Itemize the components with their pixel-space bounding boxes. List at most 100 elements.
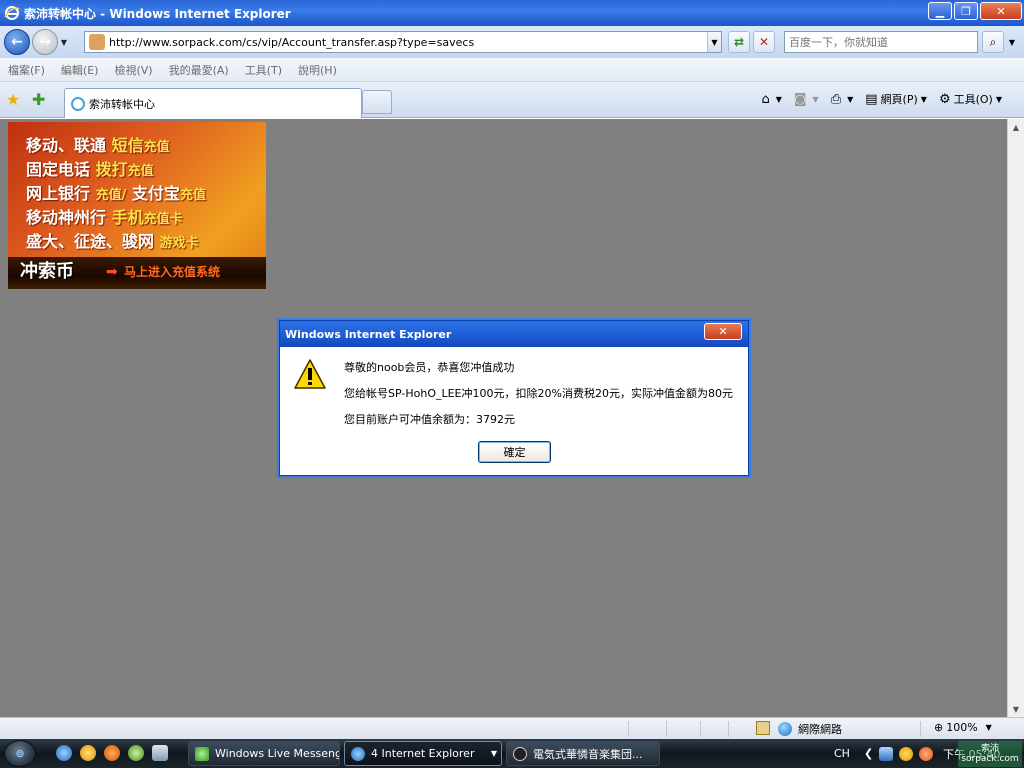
- page-menu-label: 網頁(P): [880, 93, 918, 106]
- banner-text: 网上银行: [26, 184, 91, 203]
- taskbar-ie-label: 4 Internet Explorer: [371, 747, 475, 760]
- banner-line-4: 移动神州行 手机充值卡: [26, 204, 183, 228]
- watermark-text: 索沛: [980, 744, 999, 754]
- banner-line-2: 固定电话 拨打充值: [26, 156, 154, 180]
- status-divider: [628, 721, 629, 737]
- protected-mode-icon[interactable]: [756, 721, 770, 735]
- banner-text: 移动神州行: [26, 208, 107, 227]
- zoom-icon: ⊕: [934, 721, 944, 734]
- search-options-dropdown[interactable]: ▼: [1005, 31, 1019, 53]
- tray-chevron-icon[interactable]: ❮: [864, 747, 873, 760]
- language-indicator[interactable]: CH: [834, 747, 850, 760]
- address-dropdown[interactable]: ▼: [707, 32, 721, 52]
- back-button[interactable]: ←: [4, 29, 30, 55]
- arrow-right-icon: ➡: [106, 264, 118, 280]
- quicklaunch-desktop-icon[interactable]: [152, 745, 168, 761]
- url-input[interactable]: [109, 35, 709, 49]
- menu-tools[interactable]: 工具(T): [237, 62, 290, 78]
- status-bar: 網際網路 ⊕ 100% ▼: [0, 717, 1024, 739]
- banner-text: 移动、联通: [26, 136, 107, 155]
- back-arrow-icon: ←: [11, 34, 23, 50]
- sorpack-watermark: 索沛 sorpack.com: [958, 741, 1022, 767]
- taskbar-music[interactable]: 電気式華憐音楽集団...: [506, 741, 660, 766]
- group-dropdown-icon: ▼: [490, 749, 497, 758]
- status-divider: [728, 721, 729, 737]
- favorites-star-icon[interactable]: ★: [6, 90, 20, 109]
- taskbar-internet-explorer[interactable]: 4 Internet Explorer ▼: [344, 741, 502, 766]
- windows-logo-icon: ⊚: [15, 747, 25, 760]
- feeds-button[interactable]: ◙ ▼: [790, 92, 823, 107]
- dialog-message-line-3: 您目前账户可冲值余额为：3792元: [344, 413, 515, 426]
- history-dropdown[interactable]: ▼: [58, 38, 70, 47]
- print-dropdown-icon: ▼: [847, 94, 854, 104]
- vertical-scrollbar[interactable]: ▲ ▼: [1007, 119, 1024, 717]
- stop-button[interactable]: ✕: [753, 31, 775, 53]
- banner-text: 盛大、征途、骏网: [26, 232, 155, 251]
- scroll-down-icon[interactable]: ▼: [1008, 701, 1024, 717]
- quicklaunch-media-icon[interactable]: [104, 745, 120, 761]
- banner-line-5: 盛大、征途、骏网 游戏卡: [26, 228, 199, 252]
- print-button[interactable]: ⎙ ▼: [827, 92, 858, 107]
- taskbar-messenger[interactable]: Windows Live Messenger: [188, 741, 340, 766]
- close-window-button[interactable]: ✕: [980, 2, 1022, 20]
- network-icon[interactable]: [879, 746, 894, 761]
- dialog-body: 尊敬的noob会员，恭喜您冲值成功 您给帐号SP-HohO_LEE冲100元，扣…: [280, 347, 748, 475]
- status-divider: [700, 721, 701, 737]
- menu-edit[interactable]: 編輯(E): [53, 62, 107, 78]
- banner-text: 支付宝: [131, 184, 180, 203]
- tray-app-icon[interactable]: [899, 746, 914, 761]
- banner-highlight: 手机: [111, 208, 144, 227]
- search-button[interactable]: ⌕: [982, 31, 1004, 53]
- quicklaunch-people-icon[interactable]: [128, 745, 144, 761]
- forward-button[interactable]: →: [32, 29, 58, 55]
- dialog-close-button[interactable]: ✕: [704, 323, 742, 340]
- start-button[interactable]: ⊚: [4, 740, 36, 767]
- recharge-banner[interactable]: 移动、联通 短信充值 固定电话 拨打充值 网上银行 充值/ 支付宝充值 移动神州…: [8, 122, 266, 289]
- scroll-up-icon[interactable]: ▲: [1008, 119, 1024, 135]
- refresh-button[interactable]: ⇄: [728, 31, 750, 53]
- taskbar: ⊚ Windows Live Messenger 4 Internet Expl…: [0, 739, 1024, 768]
- menu-favorites[interactable]: 我的最愛(A): [161, 62, 237, 78]
- menu-bar: 檔案(F) 編輯(E) 檢視(V) 我的最愛(A) 工具(T) 說明(H): [0, 58, 1024, 82]
- quicklaunch-ie-icon[interactable]: [56, 745, 72, 761]
- page-menu-button[interactable]: ▤ 網頁(P) ▼: [861, 91, 931, 107]
- status-divider: [920, 721, 921, 737]
- quicklaunch-messenger-icon[interactable]: [80, 745, 96, 761]
- tab-active[interactable]: 索沛转帐中心: [64, 88, 362, 118]
- page-dropdown-icon: ▼: [920, 94, 927, 104]
- menu-help[interactable]: 說明(H): [290, 62, 345, 78]
- tab-label: 索沛转帐中心: [89, 97, 155, 111]
- window-titlebar: 索沛转帐中心 - Windows Internet Explorer ▁ ❐ ✕: [0, 0, 1024, 26]
- dialog-message-line-1: 尊敬的noob会员，恭喜您冲值成功: [344, 361, 515, 374]
- banner-highlight: 充值卡: [143, 212, 183, 227]
- maximize-button[interactable]: ❐: [954, 2, 978, 20]
- enter-recharge-link[interactable]: 马上进入充值系统: [124, 263, 220, 280]
- minimize-button[interactable]: ▁: [928, 2, 952, 20]
- banner-highlight: 充值: [143, 140, 170, 155]
- tray-media-icon[interactable]: [919, 746, 934, 761]
- dialog-message-line-2: 您给帐号SP-HohO_LEE冲100元，扣除20%消费税20元，实际冲值金额为…: [344, 387, 733, 400]
- banner-text: 固定电话: [26, 160, 91, 179]
- new-tab-button[interactable]: [362, 90, 392, 114]
- security-zone[interactable]: 網際網路: [778, 721, 842, 737]
- menu-file[interactable]: 檔案(F): [0, 62, 53, 78]
- search-box[interactable]: [784, 31, 978, 53]
- home-icon: ⌂: [761, 91, 770, 107]
- tools-menu-button[interactable]: ⚙ 工具(O) ▼: [935, 91, 1006, 107]
- home-button[interactable]: ⌂ ▼: [758, 92, 786, 107]
- search-input[interactable]: [789, 32, 977, 52]
- ie-icon: [351, 746, 365, 761]
- search-icon: ⌕: [989, 34, 997, 49]
- add-favorites-icon[interactable]: ✚: [32, 90, 45, 109]
- zoom-label: 100%: [946, 721, 978, 734]
- ok-button[interactable]: 確定: [478, 441, 551, 463]
- tools-dropdown-icon: ▼: [995, 94, 1002, 104]
- site-favicon-icon: [89, 34, 105, 50]
- rss-icon: ◙: [793, 91, 807, 107]
- banner-highlight: 游戏卡: [159, 236, 199, 251]
- zoom-control[interactable]: ⊕ 100% ▼: [934, 721, 992, 734]
- address-bar[interactable]: ▼: [84, 31, 722, 53]
- menu-view[interactable]: 檢視(V): [106, 62, 160, 78]
- messenger-icon: [195, 746, 209, 761]
- music-app-icon: [513, 746, 527, 761]
